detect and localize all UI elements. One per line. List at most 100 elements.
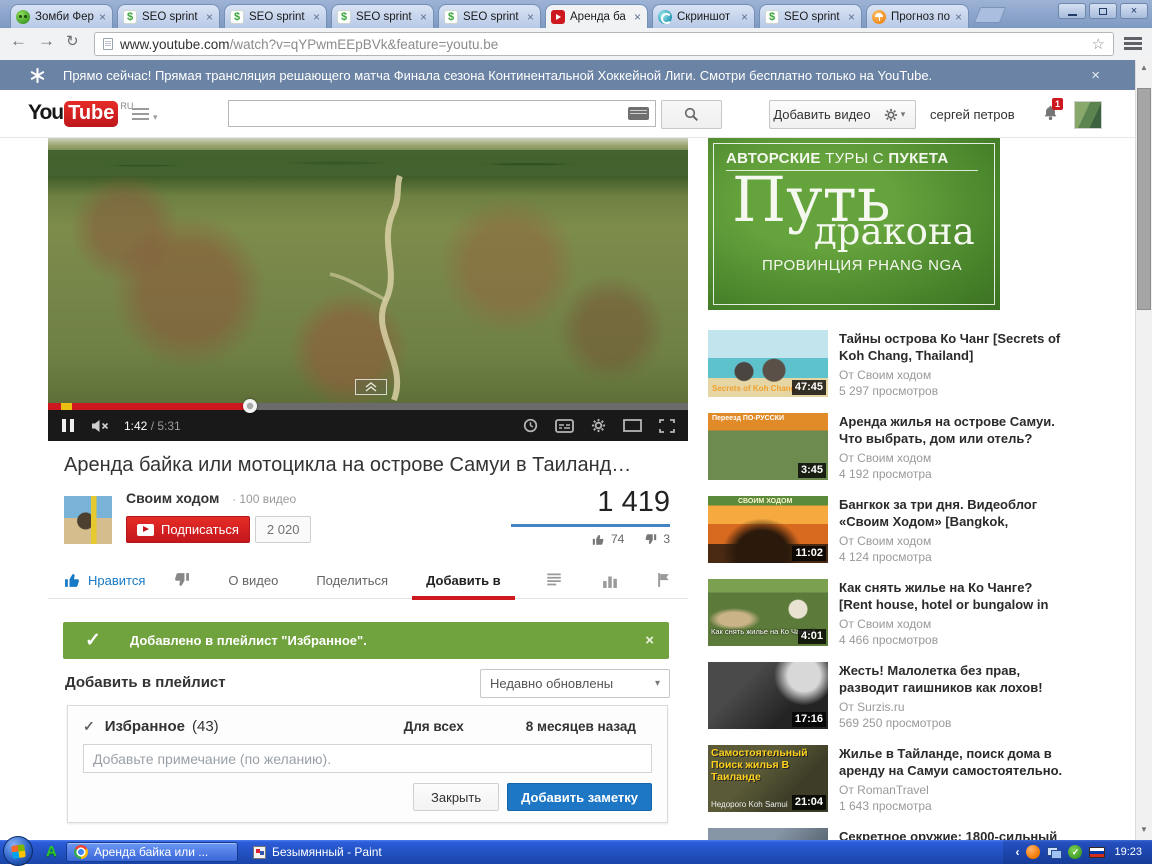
tab-share[interactable]: Поделиться bbox=[316, 573, 388, 588]
tab-screenshot[interactable]: Скриншот × bbox=[652, 4, 755, 28]
quick-launch-app-icon[interactable]: A bbox=[46, 843, 57, 860]
video-thumbnail[interactable]: Secrets of Koh Chang 47:45 bbox=[708, 330, 828, 397]
tab-close-icon[interactable]: × bbox=[954, 11, 963, 23]
dislike-button[interactable] bbox=[173, 572, 190, 588]
tab-zombi-ferma[interactable]: Зомби Фер × bbox=[10, 4, 113, 28]
tab-seo-sprint-2[interactable]: SEO sprint × bbox=[224, 4, 327, 28]
tab-close-icon[interactable]: × bbox=[98, 11, 107, 23]
tab-seo-sprint-1[interactable]: SEO sprint × bbox=[117, 4, 220, 28]
close-button[interactable]: Закрыть bbox=[413, 783, 500, 811]
add-note-button[interactable]: Добавить заметку bbox=[507, 783, 652, 811]
related-video[interactable]: СВОИМ ХОДОМ 11:02 Бангкок за три дня. Вид… bbox=[708, 496, 1070, 564]
playlist-sort-dropdown[interactable]: Недавно обновлены ▾ bbox=[480, 669, 670, 698]
like-button[interactable]: Нравится bbox=[64, 572, 145, 588]
promo-banner[interactable]: Прямо сейчас! Прямая трансляция решающег… bbox=[0, 60, 1152, 90]
subscribe-button[interactable]: Подписаться bbox=[126, 516, 250, 543]
taskbar-task-paint[interactable]: Безымянный - Paint bbox=[246, 842, 416, 862]
scroll-down-icon[interactable]: ▼ bbox=[1136, 822, 1152, 838]
related-video[interactable]: Самостоятельный Поиск жилья В Таиланде Не… bbox=[708, 745, 1070, 813]
pause-button[interactable] bbox=[61, 418, 75, 433]
ad-banner[interactable]: АВТОРСКИЕ ТУРЫ С ПУКЕТА Путь дракона ПРО… bbox=[708, 138, 1000, 310]
forward-icon[interactable]: → bbox=[38, 31, 55, 51]
stats-icon[interactable] bbox=[602, 573, 618, 588]
video-thumbnail[interactable]: Как снять жилье на Ко Чанге? 4:01 bbox=[708, 579, 828, 646]
promo-close-icon[interactable]: × bbox=[1091, 67, 1100, 84]
tab-about[interactable]: О видео bbox=[228, 573, 278, 588]
browser-menu-icon[interactable] bbox=[1124, 37, 1142, 50]
guide-menu-button[interactable]: ▾ bbox=[132, 108, 158, 123]
theater-mode-icon[interactable] bbox=[623, 419, 642, 432]
volume-muted-icon[interactable] bbox=[91, 419, 110, 433]
banner-close-icon[interactable]: × bbox=[645, 632, 654, 649]
playlist-row[interactable]: ✓ Избранное (43) Для всех 8 месяцев наза… bbox=[83, 718, 652, 735]
tab-close-icon[interactable]: × bbox=[526, 11, 535, 23]
captions-icon[interactable] bbox=[555, 418, 574, 433]
search-button[interactable] bbox=[661, 100, 722, 129]
related-title[interactable]: Аренда жилья на острове Самуи. Что выбра… bbox=[839, 413, 1067, 447]
tab-seo-sprint-5[interactable]: SEO sprint × bbox=[759, 4, 862, 28]
video-frame[interactable] bbox=[48, 138, 688, 403]
address-bar[interactable]: www.youtube.com/watch?v=qYPwmEEpBVk&feat… bbox=[94, 32, 1114, 56]
tab-close-icon[interactable]: × bbox=[633, 11, 642, 23]
security-shield-icon[interactable]: ✓ bbox=[1068, 845, 1083, 859]
back-icon[interactable]: ← bbox=[10, 31, 27, 51]
network-icon[interactable] bbox=[1047, 845, 1063, 859]
related-title[interactable]: Бангкок за три дня. Видеоблог «Своим Ход… bbox=[839, 496, 1067, 530]
close-window-button[interactable]: × bbox=[1120, 3, 1148, 19]
minimize-button[interactable] bbox=[1058, 3, 1086, 19]
progress-bar[interactable] bbox=[48, 399, 688, 413]
scroll-up-icon[interactable]: ▲ bbox=[1136, 60, 1152, 76]
settings-gear-icon[interactable] bbox=[591, 418, 606, 433]
tab-weather[interactable]: Прогноз по × bbox=[866, 4, 969, 28]
channel-name[interactable]: Своим ходом bbox=[126, 490, 219, 506]
url-text[interactable]: www.youtube.com/watch?v=qYPwmEEpBVk&feat… bbox=[120, 37, 1084, 52]
related-title[interactable]: Жилье в Тайланде, поиск дома в аренду на… bbox=[839, 745, 1067, 779]
flag-icon[interactable] bbox=[657, 572, 672, 588]
tab-close-icon[interactable]: × bbox=[312, 11, 321, 23]
scrubber-handle[interactable] bbox=[242, 399, 257, 413]
video-thumbnail[interactable]: СВОИМ ХОДОМ 11:02 bbox=[708, 496, 828, 563]
tab-add-to[interactable]: Добавить в bbox=[412, 573, 515, 600]
video-thumbnail[interactable] bbox=[708, 828, 828, 840]
bookmark-star-icon[interactable]: ☆ bbox=[1092, 35, 1105, 53]
related-title[interactable]: Жесть! Малолетка без прав, разводит гаиш… bbox=[839, 662, 1067, 696]
page-scrollbar[interactable]: ▲ ▼ bbox=[1135, 60, 1152, 840]
keyboard-icon[interactable] bbox=[628, 107, 649, 120]
tab-youtube-active[interactable]: Аренда ба × bbox=[545, 4, 648, 28]
restore-button[interactable] bbox=[1089, 3, 1117, 19]
expand-overlay-button[interactable] bbox=[355, 379, 387, 395]
tray-app-icon[interactable] bbox=[1026, 845, 1041, 859]
related-video[interactable]: Как снять жилье на Ко Чанге? 4:01 Как сня… bbox=[708, 579, 1070, 647]
video-thumbnail[interactable]: Самостоятельный Поиск жилья В Таиланде Не… bbox=[708, 745, 828, 812]
new-tab-button[interactable] bbox=[973, 7, 1007, 23]
fullscreen-icon[interactable] bbox=[659, 418, 675, 433]
notifications-button[interactable]: 1 bbox=[1042, 98, 1064, 121]
add-video-button[interactable]: Добавить видео bbox=[769, 100, 875, 129]
video-thumbnail[interactable]: 17:16 bbox=[708, 662, 828, 729]
youtube-logo[interactable]: You Tube RU bbox=[28, 101, 133, 127]
taskbar-task-chrome[interactable]: Аренда байка или ... bbox=[66, 842, 238, 862]
related-video[interactable]: Secrets of Koh Chang 47:45 Тайны острова … bbox=[708, 330, 1070, 398]
tab-seo-sprint-3[interactable]: SEO sprint × bbox=[331, 4, 434, 28]
scrollbar-thumb[interactable] bbox=[1137, 88, 1151, 310]
related-video[interactable]: 17:16 Жесть! Малолетка без прав, разводи… bbox=[708, 662, 1070, 730]
related-video[interactable]: Переезд ПО-РУССКИ 3:45 Аренда жилья на ос… bbox=[708, 413, 1070, 481]
channel-avatar[interactable] bbox=[64, 496, 112, 544]
video-thumbnail[interactable]: Переезд ПО-РУССКИ 3:45 bbox=[708, 413, 828, 480]
watch-later-icon[interactable] bbox=[523, 418, 538, 433]
user-name[interactable]: сергей петров bbox=[930, 107, 1015, 122]
start-button[interactable] bbox=[3, 836, 33, 866]
transcript-icon[interactable] bbox=[545, 572, 563, 588]
user-avatar[interactable] bbox=[1074, 101, 1102, 129]
related-title[interactable]: Как снять жилье на Ко Чанге? [Rent house… bbox=[839, 579, 1067, 613]
search-input[interactable] bbox=[229, 105, 628, 122]
tray-expand-icon[interactable]: ‹ bbox=[1015, 845, 1019, 859]
tab-seo-sprint-4[interactable]: SEO sprint × bbox=[438, 4, 541, 28]
related-title[interactable]: Секретное оружие: 1800-сильный bbox=[839, 828, 1067, 840]
reload-icon[interactable]: ↻ bbox=[66, 32, 79, 50]
language-flag-icon[interactable] bbox=[1089, 846, 1106, 858]
tab-close-icon[interactable]: × bbox=[847, 11, 856, 23]
related-video[interactable]: Секретное оружие: 1800-сильный bbox=[708, 828, 1070, 840]
tab-close-icon[interactable]: × bbox=[419, 11, 428, 23]
tab-close-icon[interactable]: × bbox=[740, 11, 749, 23]
